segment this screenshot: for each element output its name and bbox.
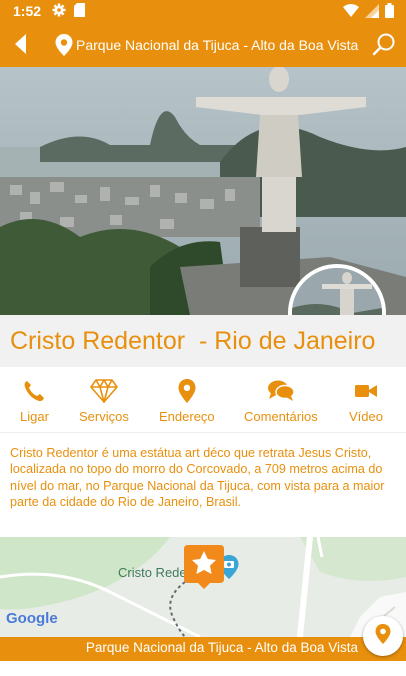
comments-label: Comentários (244, 409, 318, 424)
call-button[interactable]: Ligar (20, 377, 49, 424)
address-button[interactable]: Endereço (159, 377, 215, 424)
back-arrow-icon[interactable] (8, 32, 32, 56)
footer-text: Parque Nacional da Tijuca - Alto da Boa … (85, 640, 358, 655)
locate-button[interactable] (363, 616, 403, 656)
hero-image (0, 67, 406, 315)
map-place-label: Cristo Rede (118, 565, 187, 580)
comments-button[interactable]: Comentários (244, 377, 318, 424)
star-marker-icon[interactable] (184, 545, 224, 594)
app-title: Parque Nacional da Tijuca - Alto da Boa … (76, 37, 359, 53)
video-camera-icon (354, 377, 377, 405)
signal-icon (365, 3, 379, 23)
place-title: Cristo Redentor - Rio de Janeiro (10, 327, 376, 355)
status-bar: 1:52 (0, 0, 406, 22)
app-bar: Parque Nacional da Tijuca - Alto da Boa … (0, 22, 406, 67)
gear-icon (52, 3, 66, 22)
battery-icon (385, 3, 394, 23)
map-view[interactable]: Cristo Rede Google (0, 537, 406, 637)
address-label: Endereço (159, 409, 215, 424)
phone-icon (22, 377, 46, 405)
map-pin-icon (55, 34, 73, 56)
diamond-icon (90, 377, 118, 405)
map-pin-icon (178, 377, 196, 405)
video-label: Vídeo (349, 409, 383, 424)
chat-icon (267, 377, 295, 405)
video-button[interactable]: Vídeo (349, 377, 383, 424)
bottom-strip (0, 661, 406, 676)
wifi-icon (343, 3, 359, 23)
google-logo-text: Google (6, 610, 58, 627)
action-bar: Ligar Serviços Endereço Comentários Víde… (0, 367, 406, 433)
services-button[interactable]: Serviços (79, 377, 129, 424)
title-band: Cristo Redentor - Rio de Janeiro (0, 315, 406, 367)
search-icon[interactable] (372, 32, 396, 56)
footer-bar: Parque Nacional da Tijuca - Alto da Boa … (0, 637, 406, 661)
map-pin-icon (375, 623, 391, 649)
status-time: 1:52 (13, 3, 42, 19)
sd-card-icon (74, 3, 85, 22)
call-label: Ligar (20, 409, 49, 424)
google-logo: Google (6, 610, 58, 627)
place-description: Cristo Redentor é uma estátua art déco q… (10, 446, 385, 510)
services-label: Serviços (79, 409, 129, 424)
